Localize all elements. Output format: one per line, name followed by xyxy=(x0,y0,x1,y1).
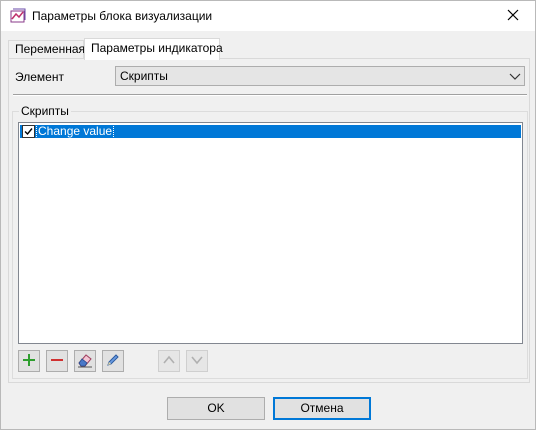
close-button[interactable] xyxy=(491,1,535,31)
edit-pencil-icon xyxy=(105,352,121,371)
scripts-groupbox: Скрипты Change value xyxy=(12,104,528,379)
element-label: Элемент xyxy=(15,70,64,84)
separator xyxy=(13,94,527,96)
move-up-icon xyxy=(161,352,177,371)
edit-script-button[interactable] xyxy=(102,350,124,372)
checkmark-icon xyxy=(24,128,33,136)
close-icon xyxy=(507,9,519,24)
script-checkbox[interactable] xyxy=(22,125,35,138)
chevron-down-icon[interactable] xyxy=(508,70,522,82)
script-item-label: Change value xyxy=(35,124,115,139)
tab-indicator-params[interactable]: Параметры индикатора xyxy=(84,38,223,60)
add-icon xyxy=(21,352,37,371)
element-combobox-value: Скрипты xyxy=(120,69,168,83)
move-down-button[interactable] xyxy=(186,350,208,372)
ok-button[interactable]: OK xyxy=(167,397,265,420)
tab-variable[interactable]: Переменная xyxy=(8,40,85,59)
scripts-group-title: Скрипты xyxy=(19,104,71,118)
remove-script-button[interactable] xyxy=(46,350,68,372)
dialog-window: Параметры блока визуализации Переменная … xyxy=(0,0,536,430)
element-combobox[interactable]: Скрипты xyxy=(115,66,525,86)
add-script-button[interactable] xyxy=(18,350,40,372)
title-bar: Параметры блока визуализации xyxy=(1,1,535,31)
scripts-list[interactable]: Change value xyxy=(18,122,523,344)
clear-script-button[interactable] xyxy=(74,350,96,372)
window-title: Параметры блока визуализации xyxy=(32,9,213,23)
move-down-icon xyxy=(189,352,205,371)
cancel-button[interactable]: Отмена xyxy=(273,397,371,420)
move-up-button[interactable] xyxy=(158,350,180,372)
remove-icon xyxy=(49,352,65,371)
visualization-app-icon xyxy=(10,8,26,24)
list-item[interactable]: Change value xyxy=(20,124,521,139)
eraser-icon xyxy=(76,352,94,371)
tab-panel: Элемент Скрипты Скрипты Change value xyxy=(8,58,530,383)
